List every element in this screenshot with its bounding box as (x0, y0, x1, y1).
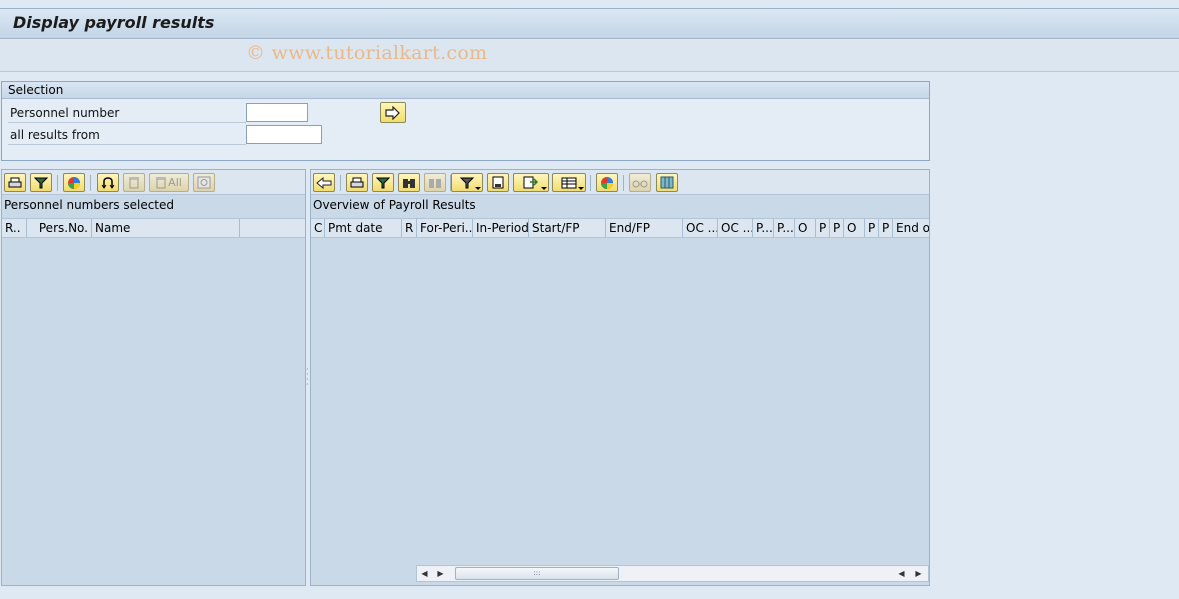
personnel-numbers-title: Personnel numbers selected (4, 198, 175, 212)
reload-button[interactable] (193, 173, 215, 192)
all-results-from-label: all results from (10, 128, 100, 142)
column-header[interactable]: For-Peri.. (417, 219, 473, 237)
print-button[interactable] (346, 173, 368, 192)
column-header[interactable]: End/FP (606, 219, 683, 237)
watermark: © www.tutorialkart.com (246, 42, 488, 64)
layout-button[interactable] (552, 173, 586, 192)
dropdown-arrow-icon (475, 187, 481, 190)
window-title: Display payroll results (13, 13, 215, 32)
filter-icon (376, 177, 390, 188)
print-preview-icon (492, 176, 504, 189)
selection-header: Selection (2, 82, 929, 99)
column-header[interactable]: OC ... (683, 219, 718, 237)
left-grid-header: R.. Pers.No. Name (2, 218, 305, 238)
title-bar: Display payroll results (0, 8, 1179, 39)
right-grid-header: C Pmt date R For-Peri.. In-Period Start/… (311, 218, 929, 238)
column-header[interactable]: P... (753, 219, 774, 237)
glasses-icon (632, 180, 648, 187)
toolbar-separator (90, 175, 91, 191)
column-header[interactable]: Name (92, 219, 240, 237)
print-icon (8, 177, 22, 187)
delete-all-icon (156, 177, 167, 189)
personnel-number-input[interactable] (246, 103, 308, 122)
toolbar-separator (623, 175, 624, 191)
selection-group: Selection Personnel number all results f… (1, 81, 930, 161)
column-header[interactable]: P (816, 219, 830, 237)
application-toolbar: © www.tutorialkart.com (0, 40, 1179, 72)
find-next-button[interactable] (424, 173, 446, 192)
column-header[interactable]: O (795, 219, 816, 237)
delete-button[interactable] (123, 173, 145, 192)
column-header[interactable]: OC ... (718, 219, 753, 237)
horizontal-scrollbar[interactable]: ◀ ▶ ::: ◀ ▶ (416, 565, 929, 582)
toolbar-separator (590, 175, 591, 191)
column-header[interactable]: End of (893, 219, 929, 237)
execute-button[interactable] (380, 102, 406, 123)
scroll-left-icon[interactable]: ◀ (894, 566, 909, 581)
delete-all-label: All (168, 176, 182, 189)
color-wheel-icon (601, 176, 613, 189)
column-header[interactable]: Start/FP (529, 219, 606, 237)
left-panel-toolbar: All (2, 170, 305, 195)
column-header[interactable]: In-Period (473, 219, 529, 237)
execute-arrow-icon (385, 105, 400, 120)
print-icon (350, 177, 364, 187)
toolbar-separator (340, 175, 341, 191)
column-header[interactable]: O (844, 219, 865, 237)
column-header[interactable]: Pmt date (325, 219, 402, 237)
filter-icon (34, 177, 48, 188)
right-panel-toolbar (311, 170, 929, 195)
personnel-number-label: Personnel number (10, 106, 120, 120)
delete-all-button[interactable]: All (149, 173, 189, 192)
find-next-icon (429, 178, 441, 188)
export-icon (523, 176, 539, 189)
field-underline (8, 144, 246, 145)
column-header[interactable]: P (879, 219, 893, 237)
scroll-right-icon[interactable]: ▶ (433, 566, 448, 581)
scrollbar-thumb[interactable]: ::: (455, 567, 619, 580)
column-header[interactable]: R (402, 219, 417, 237)
dropdown-arrow-icon (578, 187, 584, 190)
column-header[interactable]: P (865, 219, 879, 237)
refresh-icon (101, 176, 115, 189)
print-button[interactable] (4, 173, 26, 192)
print-preview-button[interactable] (487, 173, 509, 192)
column-header[interactable]: P (830, 219, 844, 237)
columns-button[interactable] (656, 173, 678, 192)
column-header[interactable]: C (311, 219, 325, 237)
back-arrow-icon (316, 176, 332, 189)
color-wheel-icon (68, 176, 80, 189)
find-button[interactable] (398, 173, 420, 192)
back-button[interactable] (313, 173, 335, 192)
layout-icon (561, 177, 577, 188)
scroll-left-icon[interactable]: ◀ (417, 566, 432, 581)
color-button[interactable] (63, 173, 85, 192)
set-filter-button[interactable] (451, 173, 483, 192)
reload-icon (197, 176, 211, 189)
column-header[interactable]: Pers.No. (27, 219, 92, 237)
toolbar-separator (57, 175, 58, 191)
panel-splitter[interactable]: · · · · (306, 366, 309, 389)
export-button[interactable] (513, 173, 549, 192)
scroll-right-icon[interactable]: ▶ (911, 566, 926, 581)
delete-icon (129, 177, 139, 189)
dropdown-arrow-icon (541, 187, 547, 190)
find-icon (403, 178, 415, 188)
glasses-button[interactable] (629, 173, 651, 192)
refresh-button[interactable] (97, 173, 119, 192)
column-header[interactable]: R.. (2, 219, 27, 237)
column-header[interactable]: P... (774, 219, 795, 237)
payroll-results-title: Overview of Payroll Results (313, 198, 476, 212)
field-underline (8, 122, 246, 123)
personnel-numbers-panel: All Personnel numbers selected R.. Pers.… (1, 169, 306, 586)
set-filter-icon (460, 177, 474, 188)
color-button[interactable] (596, 173, 618, 192)
filter-button[interactable] (30, 173, 52, 192)
all-results-from-input[interactable] (246, 125, 322, 144)
payroll-results-panel: Overview of Payroll Results C Pmt date R… (310, 169, 930, 586)
columns-icon (660, 176, 674, 189)
filter-button[interactable] (372, 173, 394, 192)
